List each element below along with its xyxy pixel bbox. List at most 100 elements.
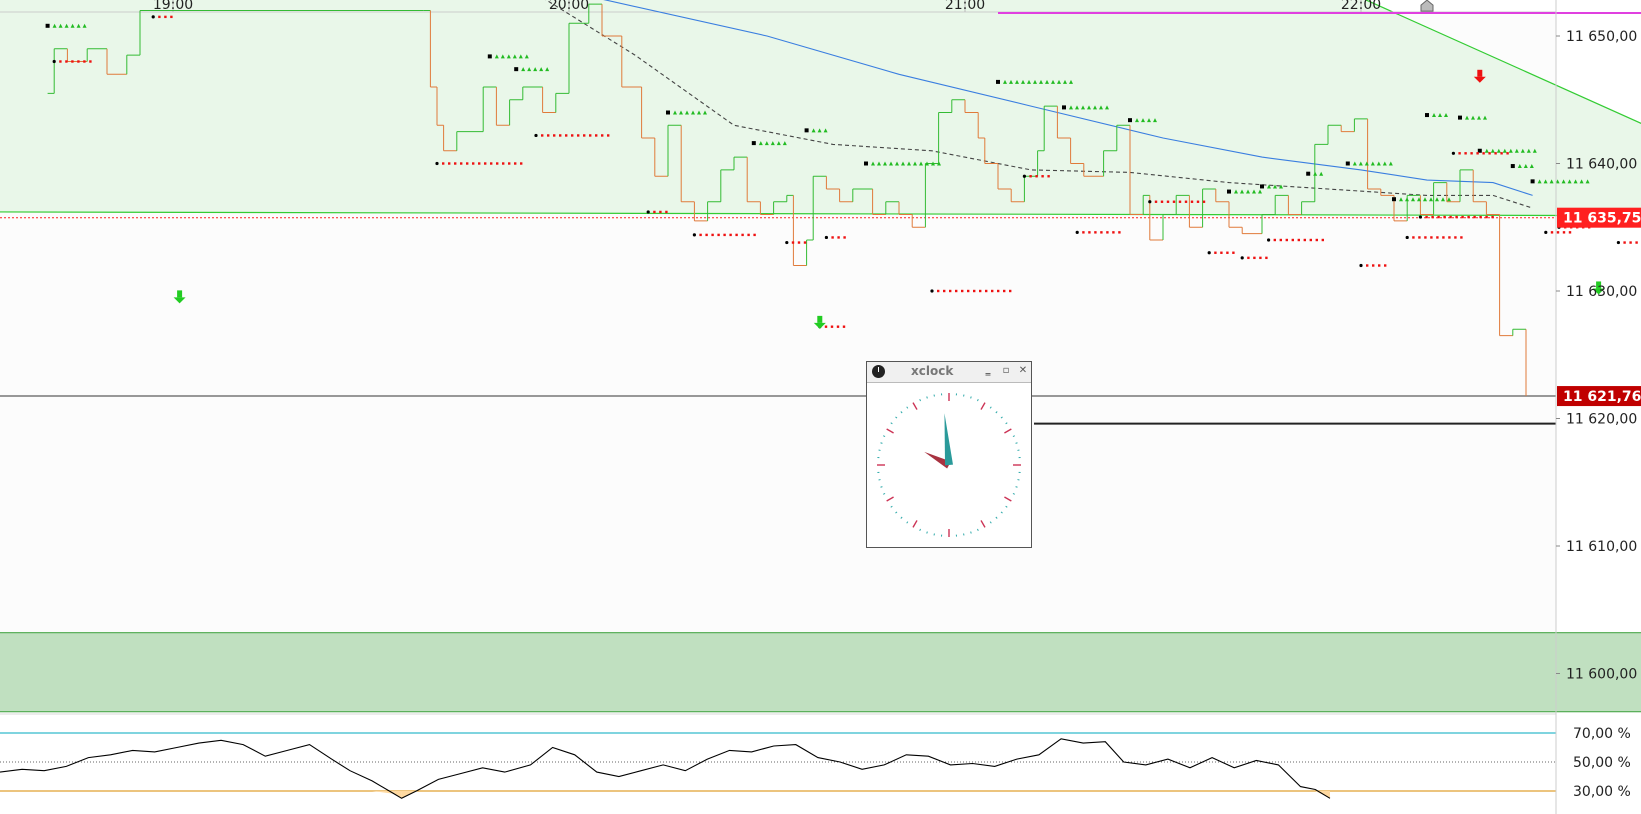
price-tick-label: 11 610,00	[1566, 539, 1637, 555]
minute-tick	[1012, 493, 1015, 495]
signal-dot	[1148, 200, 1152, 204]
red-dot-marker	[1467, 215, 1470, 219]
signal-dot	[1359, 263, 1363, 268]
red-dot-marker	[659, 210, 662, 214]
reference-price-label: 11 635,75	[1563, 211, 1641, 227]
signal-dot	[435, 161, 439, 166]
signal-square	[1306, 171, 1311, 176]
red-dot-marker	[1366, 264, 1369, 267]
red-dot-marker	[1297, 238, 1300, 242]
minute-tick	[895, 416, 898, 419]
red-dot-marker	[937, 289, 940, 293]
signal-square	[1530, 179, 1535, 184]
price-tick-label: 11 600,00	[1566, 667, 1637, 683]
sell-arrow-green-icon-shaft	[817, 315, 823, 323]
red-dot-marker	[1454, 236, 1457, 239]
red-dot-marker	[1196, 200, 1200, 203]
red-dot-marker	[71, 60, 74, 63]
target-zone	[0, 632, 1641, 713]
red-dot-marker	[1202, 200, 1206, 203]
red-dot-marker	[1470, 152, 1473, 155]
red-dot-marker	[1172, 200, 1176, 203]
minimize-icon[interactable]: ‗	[981, 364, 995, 378]
signal-dot	[151, 15, 155, 19]
red-dot-marker	[607, 134, 610, 137]
red-dot-marker	[967, 289, 970, 293]
red-dot-marker	[164, 15, 167, 19]
red-dot-marker	[1500, 152, 1503, 155]
close-icon[interactable]: ✕	[1016, 364, 1030, 378]
red-dot-marker	[699, 233, 702, 237]
red-dot-marker	[1436, 236, 1439, 239]
channel-fill	[0, 0, 1641, 216]
red-dot-marker	[1437, 215, 1440, 219]
minute-tick	[970, 396, 972, 399]
signal-square	[666, 110, 670, 115]
hour-tick	[1004, 496, 1012, 502]
minute-tick	[989, 521, 992, 524]
signal-dot	[1544, 230, 1548, 234]
red-dot-marker	[1430, 236, 1433, 239]
minute-tick	[906, 406, 909, 409]
red-dot-marker	[1556, 231, 1560, 234]
red-dot-marker	[1476, 152, 1479, 155]
red-dot-marker	[1458, 152, 1461, 155]
price-tick-label: 11 650,00	[1566, 29, 1637, 45]
xclock-window[interactable]: xclock ‗ ▫ ✕	[866, 361, 1032, 548]
red-dot-marker	[1448, 236, 1451, 239]
red-dot-marker	[1303, 238, 1306, 242]
signal-dot	[1616, 240, 1620, 245]
signal-square	[1425, 113, 1429, 118]
minute-tick	[989, 406, 992, 409]
time-tick-label: 20:00	[549, 0, 589, 13]
maximize-icon[interactable]: ▫	[999, 364, 1013, 378]
red-dot-marker	[1442, 236, 1445, 239]
current-price-label: 11 621,76	[1563, 389, 1641, 405]
red-dot-marker	[1285, 238, 1288, 242]
red-dot-marker	[1424, 236, 1427, 239]
red-dot-marker	[1321, 238, 1324, 242]
red-dot-marker	[478, 162, 481, 165]
signal-dot	[930, 289, 934, 293]
red-dot-marker	[1629, 241, 1632, 244]
minute-tick	[895, 511, 898, 514]
minute-tick	[1005, 505, 1008, 508]
red-dot-marker	[508, 162, 511, 165]
price-chart[interactable]: 19:00 20:00 21:00 22:00 11 650,00 11 640,00 1…	[0, 0, 1641, 814]
red-dot-marker	[1273, 238, 1276, 242]
red-dot-marker	[949, 289, 952, 293]
red-dot-marker	[842, 325, 846, 328]
red-dot-marker	[583, 134, 586, 137]
red-dot-marker	[1384, 264, 1387, 267]
signal-square	[514, 67, 519, 72]
red-dot-marker	[837, 236, 840, 239]
signal-dot	[692, 233, 697, 237]
red-dot-marker	[460, 162, 463, 165]
red-dot-marker	[1106, 231, 1109, 234]
red-dot-marker	[1491, 215, 1494, 219]
red-dot-marker	[717, 233, 720, 237]
red-dot-marker	[472, 162, 475, 165]
signal-square	[1062, 105, 1066, 110]
red-dot-marker	[991, 289, 994, 293]
red-dot-marker	[1154, 200, 1158, 203]
xclock-titlebar[interactable]: xclock ‗ ▫ ✕	[867, 362, 1031, 383]
red-dot-marker	[1100, 231, 1103, 234]
red-dot-marker	[1214, 251, 1217, 254]
red-dot-marker	[1160, 200, 1164, 203]
red-dot-marker	[803, 241, 807, 244]
red-dot-marker	[831, 236, 834, 239]
red-dot-marker	[1455, 215, 1458, 219]
price-tick-label: 11 620,00	[1566, 412, 1637, 428]
signal-dot	[1075, 230, 1079, 234]
signal-dot	[534, 133, 538, 138]
red-dot-marker	[1029, 175, 1032, 178]
signal-dot	[52, 59, 56, 64]
signal-square	[1260, 184, 1264, 189]
minute-tick	[995, 411, 998, 414]
clock-app-icon[interactable]	[872, 365, 885, 378]
rsi-tick-label: 50,00 %	[1573, 755, 1631, 771]
red-dot-marker	[1443, 215, 1446, 219]
signal-square	[1227, 189, 1231, 194]
minute-tick	[1000, 511, 1003, 514]
